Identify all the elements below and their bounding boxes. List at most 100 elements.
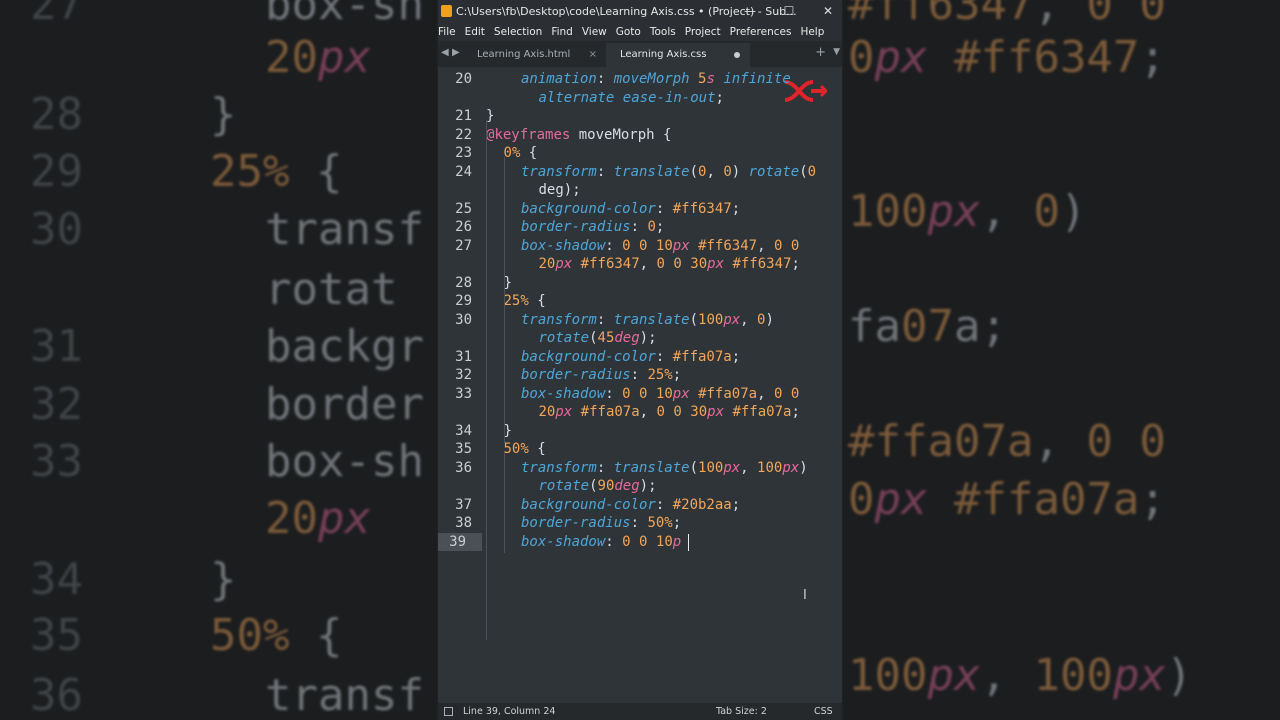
tab-label: Learning Axis.css xyxy=(620,49,707,60)
line-number: 30 xyxy=(455,311,472,328)
menu-help[interactable]: Help xyxy=(800,23,824,41)
background-code-text: } xyxy=(210,554,237,605)
code-line[interactable]: 20px #ffa07a, 0 0 30px #ffa07a; xyxy=(539,403,800,422)
new-tab-icon[interactable]: + xyxy=(815,45,826,60)
indent-guide xyxy=(504,305,505,443)
code-line[interactable]: animation: moveMorph 5s infinite xyxy=(521,70,791,89)
line-number: 26 xyxy=(455,219,472,235)
code-line[interactable]: 20px #ff6347, 0 0 30px #ff6347; xyxy=(539,255,800,274)
background-code-text: box-sh xyxy=(265,0,424,30)
code-line[interactable]: border-radius: 0; xyxy=(521,218,664,237)
line-number: 22 xyxy=(455,126,472,143)
background-line-number: 31 xyxy=(30,321,83,372)
code-line[interactable]: border-radius: 25%; xyxy=(521,366,681,385)
line-number: 29 xyxy=(455,293,472,309)
panel-toggle-icon[interactable] xyxy=(444,707,453,716)
tab-label: Learning Axis.html xyxy=(477,49,571,60)
tab-forward-icon[interactable]: ▶ xyxy=(452,47,460,58)
background-code-text: } xyxy=(210,89,237,140)
code-line[interactable]: 0% { xyxy=(504,144,538,163)
code-line[interactable]: box-shadow: 0 0 10p xyxy=(521,533,681,552)
code-line[interactable]: border-radius: 50%; xyxy=(521,514,681,533)
code-line[interactable]: box-shadow: 0 0 10px #ffa07a, 0 0 xyxy=(521,385,799,404)
code-line[interactable]: background-color: #20b2aa; xyxy=(521,496,740,515)
background-code-text: rotat xyxy=(265,264,398,315)
tab-size[interactable]: Tab Size: 2 xyxy=(716,703,767,720)
tab-close-icon[interactable]: × xyxy=(589,43,597,67)
menu-preferences[interactable]: Preferences xyxy=(730,23,792,41)
menu-edit[interactable]: Edit xyxy=(465,23,485,41)
background-code-fragment: 0px #ffa07a; xyxy=(848,474,1166,525)
cursor-position[interactable]: Line 39, Column 24 xyxy=(463,703,555,720)
editor-window: C:\Users\fb\Desktop\code\Learning Axis.c… xyxy=(438,0,842,720)
background-code-text: 50% { xyxy=(210,610,343,661)
line-number: 27 xyxy=(455,237,472,254)
code-line[interactable]: background-color: #ffa07a; xyxy=(521,348,740,367)
syntax-mode[interactable]: CSS xyxy=(814,703,833,720)
background-line-number: 35 xyxy=(30,610,83,661)
code-line[interactable]: 50% { xyxy=(504,440,546,459)
status-bar: Line 39, Column 24 Tab Size: 2 CSS xyxy=(438,703,842,720)
code-editor[interactable]: 20 animation: moveMorph 5s infinite altern… xyxy=(438,67,842,697)
background-code-text: 20px xyxy=(265,493,371,544)
line-number: 34 xyxy=(455,422,472,439)
line-number: 39 xyxy=(438,532,482,551)
background-line-number: 28 xyxy=(30,89,83,140)
background-code-text: 25% { xyxy=(210,146,343,197)
line-number: 28 xyxy=(455,274,472,291)
indent-guide xyxy=(486,120,487,640)
code-line[interactable]: box-shadow: 0 0 10px #ff6347, 0 0 xyxy=(521,237,799,256)
background-line-number: 30 xyxy=(30,204,83,255)
text-caret xyxy=(688,533,690,551)
menu-tools[interactable]: Tools xyxy=(650,23,676,41)
background-code-fragment: #ff6347, 0 0 xyxy=(848,0,1166,30)
code-line[interactable]: 25% { xyxy=(504,292,546,311)
code-line[interactable]: transform: translate(0, 0) rotate(0 xyxy=(521,163,816,182)
background-code-text: transf xyxy=(265,204,424,255)
line-number: 31 xyxy=(455,348,472,365)
code-line[interactable]: @keyframes moveMorph { xyxy=(486,126,671,145)
menu-project[interactable]: Project xyxy=(685,23,721,41)
tab-learning-axis-css[interactable]: Learning Axis.css xyxy=(606,43,750,67)
menu-file[interactable]: File xyxy=(438,23,456,41)
code-line[interactable]: } xyxy=(486,107,494,126)
background-line-number: 36 xyxy=(30,670,83,720)
sublime-app-icon xyxy=(441,5,452,17)
code-line[interactable]: rotate(45deg); xyxy=(539,329,657,348)
unsaved-dot-icon[interactable] xyxy=(734,52,740,58)
code-line[interactable]: alternate ease-in-out; xyxy=(539,89,724,108)
tab-back-icon[interactable]: ◀ xyxy=(441,47,449,58)
background-code-fragment: 0px #ff6347; xyxy=(848,32,1166,83)
menu-view[interactable]: View xyxy=(582,23,607,41)
maximize-button[interactable]: ☐ xyxy=(771,0,807,23)
background-code-fragment: 100px, 0) xyxy=(848,186,1087,237)
tab-bar: ◀ ▶ Learning Axis.html × Learning Axis.c… xyxy=(438,41,842,67)
background-code-text: border xyxy=(265,379,424,430)
background-code-text: transf xyxy=(265,670,424,720)
background-code-fragment: #ffa07a, 0 0 xyxy=(848,416,1166,467)
code-line[interactable]: background-color: #ff6347; xyxy=(521,200,740,219)
line-number: 25 xyxy=(455,200,472,217)
tab-learning-axis-html[interactable]: Learning Axis.html × xyxy=(463,43,605,67)
line-number: 23 xyxy=(455,145,472,161)
menu-selection[interactable]: Selection xyxy=(494,23,542,41)
line-number: 32 xyxy=(455,367,472,383)
background-line-number: 32 xyxy=(30,379,83,430)
text-cursor-icon: I xyxy=(803,588,807,603)
code-line[interactable]: rotate(90deg); xyxy=(539,477,657,496)
line-number: 36 xyxy=(455,459,472,476)
menu-find[interactable]: Find xyxy=(551,23,573,41)
line-number: 35 xyxy=(455,441,472,457)
line-number: 24 xyxy=(455,163,472,180)
line-number: 20 xyxy=(455,71,472,87)
code-line[interactable]: transform: translate(100px, 100px) xyxy=(521,459,808,478)
menu-goto[interactable]: Goto xyxy=(616,23,641,41)
code-line[interactable]: transform: translate(100px, 0) xyxy=(521,311,774,330)
minimize-button[interactable]: — xyxy=(732,0,768,23)
tab-list-icon[interactable]: ▼ xyxy=(833,47,840,57)
close-button[interactable]: ✕ xyxy=(810,0,842,23)
background-line-number: 33 xyxy=(30,436,83,487)
background-code-fragment: 100px, 100px) xyxy=(848,650,1193,701)
line-number: 38 xyxy=(455,515,472,531)
code-line[interactable]: deg); xyxy=(539,181,581,200)
